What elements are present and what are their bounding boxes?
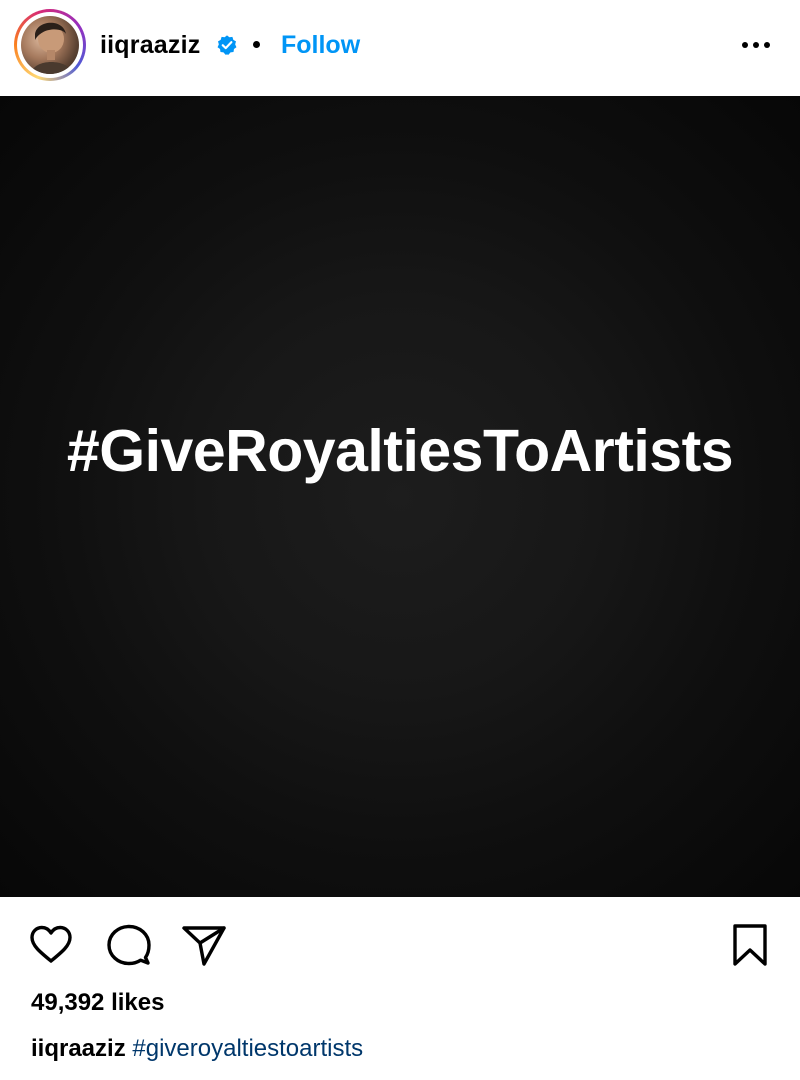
share-paper-plane-icon[interactable]: [180, 921, 228, 969]
like-heart-icon[interactable]: [27, 921, 75, 969]
comment-bubble-icon[interactable]: [105, 921, 153, 969]
likes-count[interactable]: 49,392 likes: [31, 987, 164, 1019]
caption-hashtag-link[interactable]: #giveroyaltiestoartists: [132, 1035, 363, 1062]
header-dot-separator: [253, 41, 260, 48]
avatar-story-ring[interactable]: [14, 9, 86, 81]
post-actions-bar: [0, 897, 800, 989]
post-header: iiqraaziz Follow: [0, 0, 800, 96]
verified-badge-icon: [217, 35, 237, 55]
save-bookmark-icon[interactable]: [726, 921, 774, 969]
more-options-icon[interactable]: [736, 32, 776, 58]
post-image-hashtag-text: #GiveRoyaltiesToArtists: [66, 418, 734, 484]
post-caption: iiqraaziz #giveroyaltiestoartists: [31, 1033, 363, 1065]
post-author-username[interactable]: iiqraaziz: [100, 29, 200, 61]
avatar[interactable]: [21, 16, 79, 74]
post-image[interactable]: #GiveRoyaltiesToArtists: [0, 96, 800, 897]
caption-username[interactable]: iiqraaziz: [31, 1035, 126, 1062]
avatar-photo: [31, 22, 73, 74]
follow-button[interactable]: Follow: [281, 29, 360, 61]
